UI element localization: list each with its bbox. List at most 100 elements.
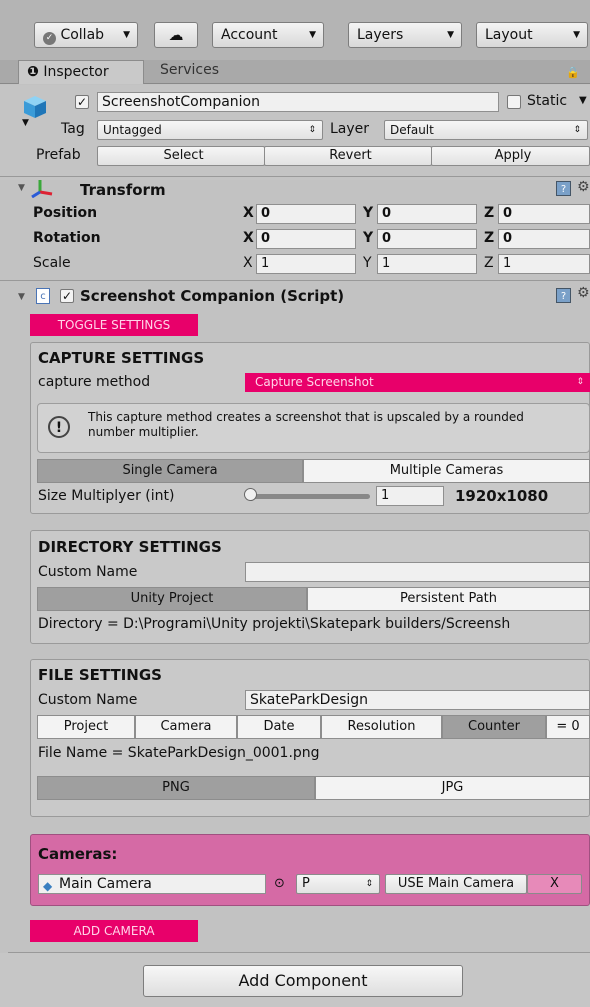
file-settings-title: FILE SETTINGS [38,666,162,684]
static-checkbox[interactable] [507,95,521,109]
add-camera-button[interactable]: ADD CAMERA [30,920,198,942]
camera-object-field[interactable]: ◆ Main Camera [38,874,266,894]
collab-check-icon: ✓ [43,32,56,45]
toggle-settings-button[interactable]: TOGGLE SETTINGS [30,314,198,336]
persistent-path-tab[interactable]: Persistent Path [307,587,590,611]
png-format-tab[interactable]: PNG [37,776,315,800]
tag-dropdown[interactable]: Untagged ⇕ [97,120,323,140]
chevron-down-icon: ▼ [123,30,130,40]
add-component-button[interactable]: Add Component [143,965,463,997]
scale-y-input[interactable]: 1 [377,254,477,274]
capture-method-label: capture method [38,374,151,390]
script-enabled-checkbox[interactable]: ✓ [60,289,74,303]
divider [0,280,590,281]
size-multiplier-slider[interactable] [248,494,370,499]
tab-inspector[interactable]: ❶ Inspector [18,60,144,84]
pos-y-label: Y [363,205,374,221]
help-icon[interactable]: ? [556,181,571,196]
cloud-icon: ☁ [168,26,184,44]
foldout-arrow-icon[interactable]: ▼ [18,292,25,302]
chevron-down-icon: ▼ [573,30,580,40]
updown-icon: ⇕ [365,879,373,889]
scale-x-input[interactable]: 1 [256,254,356,274]
camera-icon: ◆ [43,879,53,893]
cameras-title: Cameras: [38,845,118,863]
file-name-preview: File Name = SkateParkDesign_0001.png [38,745,320,761]
gear-icon[interactable]: ⚙ [577,179,590,195]
prefab-revert-button[interactable]: Revert [264,146,432,166]
script-title: Screenshot Companion (Script) [80,287,345,305]
rotation-x-input[interactable]: 0 [256,229,356,249]
collab-dropdown[interactable]: ✓ Collab ▼ [34,22,138,48]
size-multiplier-input[interactable]: 1 [376,486,444,506]
resolution-readout: 1920x1080 [455,487,549,505]
layer-label: Layer [330,121,370,137]
object-picker-icon[interactable]: ⊙ [274,876,285,891]
slider-thumb[interactable] [244,488,257,501]
file-option-resolution[interactable]: Resolution [321,715,442,739]
chevron-down-icon: ▼ [447,30,454,40]
active-checkbox[interactable]: ✓ [75,95,89,109]
static-label: Static [527,93,568,109]
file-option-date[interactable]: Date [237,715,321,739]
position-z-input[interactable]: 0 [498,204,590,224]
rot-y-label: Y [363,230,374,246]
jpg-format-tab[interactable]: JPG [315,776,590,800]
help-icon[interactable]: ? [556,288,571,303]
position-y-input[interactable]: 0 [377,204,477,224]
updown-icon: ⇕ [573,125,581,135]
scale-x-label: X [243,255,253,271]
directory-custom-name-input[interactable] [245,562,590,582]
position-label: Position [33,205,98,221]
info-text: This capture method creates a screenshot… [88,410,524,439]
file-option-project[interactable]: Project [37,715,135,739]
info-icon: ❶ [27,64,39,80]
tab-services[interactable]: Services [160,62,219,78]
account-dropdown[interactable]: Account ▼ [212,22,324,48]
lock-icon[interactable]: 🔒 [566,66,580,79]
pos-z-label: Z [484,205,495,221]
tag-label: Tag [61,121,85,137]
rotation-y-input[interactable]: 0 [377,229,477,249]
file-custom-name-input[interactable]: SkateParkDesign [245,690,590,710]
rotation-label: Rotation [33,230,101,246]
file-custom-name-label: Custom Name [38,692,138,708]
scale-y-label: Y [363,255,372,271]
directory-custom-name-label: Custom Name [38,564,138,580]
foldout-arrow-icon[interactable]: ▼ [18,183,25,193]
object-name-input[interactable]: ScreenshotCompanion [97,92,499,112]
updown-icon: ⇕ [576,377,584,387]
rot-z-label: Z [484,230,495,246]
chevron-down-icon[interactable]: ▼ [579,95,587,106]
prefab-apply-button[interactable]: Apply [431,146,590,166]
layer-dropdown[interactable]: Default ⇕ [384,120,588,140]
capture-method-dropdown[interactable]: Capture Screenshot ⇕ [245,373,590,392]
divider [0,176,590,177]
layers-dropdown[interactable]: Layers ▼ [348,22,462,48]
script-file-icon: c [36,288,50,304]
gear-icon[interactable]: ⚙ [577,285,590,301]
unity-project-tab[interactable]: Unity Project [37,587,307,611]
warning-icon: ! [48,416,70,438]
remove-camera-button[interactable]: X [527,874,582,894]
multiple-cameras-tab[interactable]: Multiple Cameras [303,459,590,483]
camera-mode-dropdown[interactable]: P ⇕ [296,874,380,894]
counter-value: = 0 [546,715,590,739]
chevron-down-icon: ▼ [309,30,316,40]
layout-dropdown[interactable]: Layout ▼ [476,22,588,48]
cloud-button[interactable]: ☁ [154,22,198,48]
file-option-camera[interactable]: Camera [135,715,237,739]
position-x-input[interactable]: 0 [256,204,356,224]
rotation-z-input[interactable]: 0 [498,229,590,249]
file-option-counter[interactable]: Counter [442,715,546,739]
directory-settings-title: DIRECTORY SETTINGS [38,538,222,556]
single-camera-tab[interactable]: Single Camera [37,459,303,483]
scale-label: Scale [33,255,71,271]
size-multiplier-label: Size Multiplyer (int) [38,488,175,504]
directory-path: Directory = D:\Programi\Unity projekti\S… [38,616,511,632]
use-main-camera-button[interactable]: USE Main Camera [385,874,527,894]
prefab-select-button[interactable]: Select [97,146,265,166]
triangle-down-icon[interactable]: ▼ [22,118,29,128]
pos-x-label: X [243,205,254,221]
scale-z-input[interactable]: 1 [498,254,590,274]
